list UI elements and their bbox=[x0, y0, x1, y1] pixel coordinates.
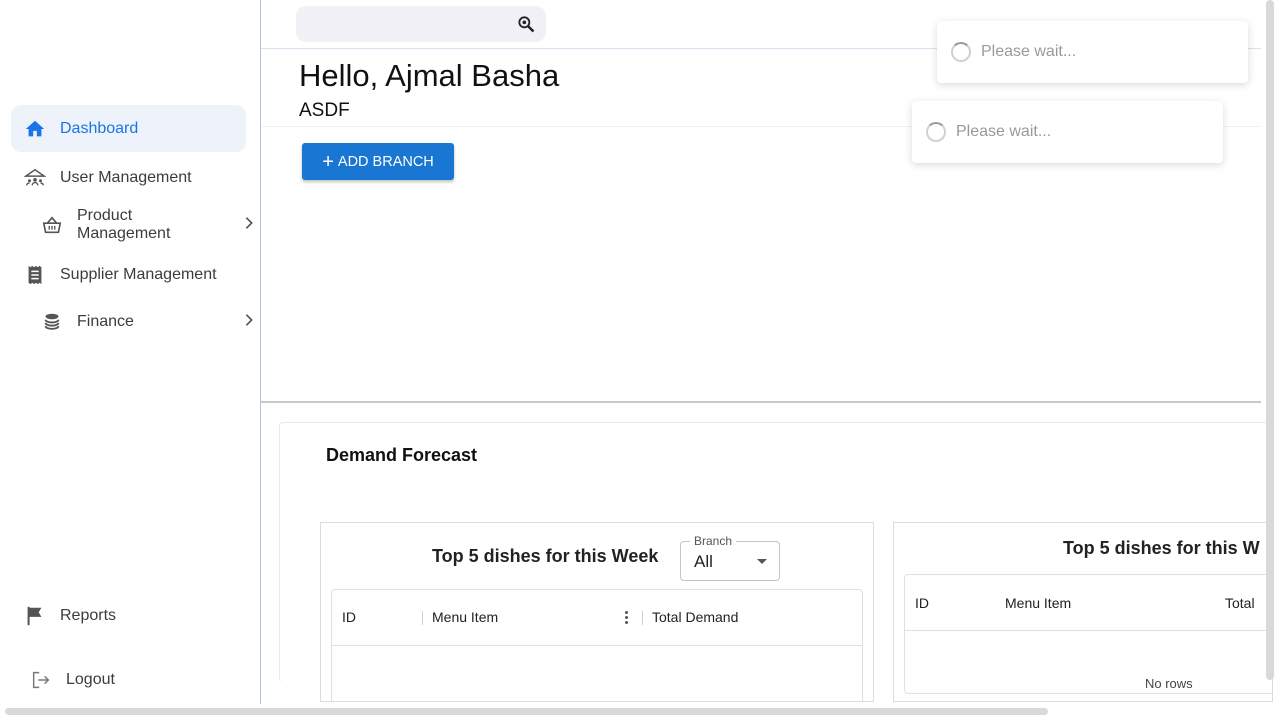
sidebar-item-label: Dashboard bbox=[60, 119, 139, 137]
column-header-id[interactable]: ID bbox=[915, 595, 929, 611]
sidebar-item-label: User Management bbox=[60, 169, 192, 186]
spinner-icon bbox=[926, 122, 946, 142]
basket-icon bbox=[41, 214, 63, 236]
sidebar-item-label: Reports bbox=[60, 607, 117, 624]
coins-icon bbox=[41, 311, 63, 333]
no-rows-message: No rows bbox=[1145, 676, 1193, 691]
sidebar-item-label: Logout bbox=[66, 671, 115, 688]
chevron-right-icon bbox=[241, 215, 257, 236]
dropdown-arrow-icon bbox=[757, 559, 767, 564]
toast-message: Please wait... bbox=[956, 123, 1052, 140]
data-grid: ID Menu Item Total No rows bbox=[904, 574, 1272, 694]
column-separator[interactable] bbox=[422, 611, 423, 625]
top-dishes-week-card: Top 5 dishes for this Week Branch All ID… bbox=[320, 522, 874, 702]
plus-icon: + bbox=[322, 150, 334, 173]
add-branch-label: ADD BRANCH bbox=[337, 153, 434, 170]
add-branch-button[interactable]: + ADD BRANCH bbox=[302, 143, 454, 180]
search-icon[interactable] bbox=[516, 14, 536, 34]
sidebar-item-label: Supplier Management bbox=[60, 266, 217, 283]
column-header-menu-item[interactable]: Menu Item bbox=[1005, 595, 1071, 611]
sidebar-item-user-management[interactable]: User Management bbox=[24, 167, 192, 189]
section-divider bbox=[261, 401, 1261, 403]
grid-header: ID Menu Item Total bbox=[905, 575, 1272, 631]
sidebar-item-finance[interactable]: Finance bbox=[41, 310, 261, 334]
top-dishes-card-2: Top 5 dishes for this W ID Menu Item Tot… bbox=[893, 522, 1273, 702]
card-title: Top 5 dishes for this W bbox=[1063, 538, 1260, 558]
sidebar-item-dashboard[interactable]: Dashboard bbox=[11, 105, 246, 152]
sidebar-item-reports[interactable]: Reports bbox=[24, 605, 116, 627]
branch-select[interactable]: Branch All bbox=[680, 534, 780, 581]
section-title: Demand Forecast bbox=[326, 445, 478, 465]
grid-header: ID Menu Item Total Demand bbox=[332, 590, 862, 646]
logout-icon bbox=[30, 669, 52, 691]
toast-message: Please wait... bbox=[981, 43, 1077, 60]
page-title: Hello, Ajmal Basha bbox=[299, 58, 560, 93]
vertical-scrollbar[interactable] bbox=[1266, 0, 1274, 680]
sidebar-item-logout[interactable]: Logout bbox=[30, 669, 115, 691]
column-header-id[interactable]: ID bbox=[342, 609, 356, 625]
flag-icon bbox=[24, 605, 46, 627]
card-title: Top 5 dishes for this Week bbox=[432, 546, 659, 566]
loading-toast: Please wait... bbox=[912, 101, 1223, 163]
horizontal-scrollbar[interactable] bbox=[5, 708, 1048, 715]
branch-select-label: Branch bbox=[690, 534, 737, 548]
search-input[interactable] bbox=[296, 6, 546, 42]
column-separator[interactable] bbox=[642, 611, 643, 625]
home-icon bbox=[24, 118, 46, 140]
column-header-menu-item[interactable]: Menu Item bbox=[432, 609, 498, 625]
loading-toast: Please wait... bbox=[937, 21, 1248, 83]
spinner-icon bbox=[951, 42, 971, 62]
data-grid: ID Menu Item Total Demand bbox=[331, 589, 863, 701]
branch-select-value: All bbox=[694, 552, 713, 571]
column-menu-icon[interactable] bbox=[625, 610, 629, 626]
sidebar-item-product-management[interactable]: Product Management bbox=[41, 207, 261, 243]
chevron-right-icon bbox=[241, 312, 257, 333]
receipt-icon bbox=[24, 264, 46, 286]
sidebar: Dashboard User Management Product Manage… bbox=[0, 0, 261, 704]
sidebar-item-label: Finance bbox=[77, 313, 134, 330]
column-header-total[interactable]: Total bbox=[1225, 595, 1255, 611]
sidebar-item-supplier-management[interactable]: Supplier Management bbox=[24, 264, 217, 286]
users-icon bbox=[24, 167, 46, 189]
organization-name: ASDF bbox=[299, 100, 350, 121]
sidebar-item-label: Product Management bbox=[77, 207, 171, 242]
column-header-total-demand[interactable]: Total Demand bbox=[652, 609, 738, 625]
page: Dashboard User Management Product Manage… bbox=[0, 0, 1280, 720]
